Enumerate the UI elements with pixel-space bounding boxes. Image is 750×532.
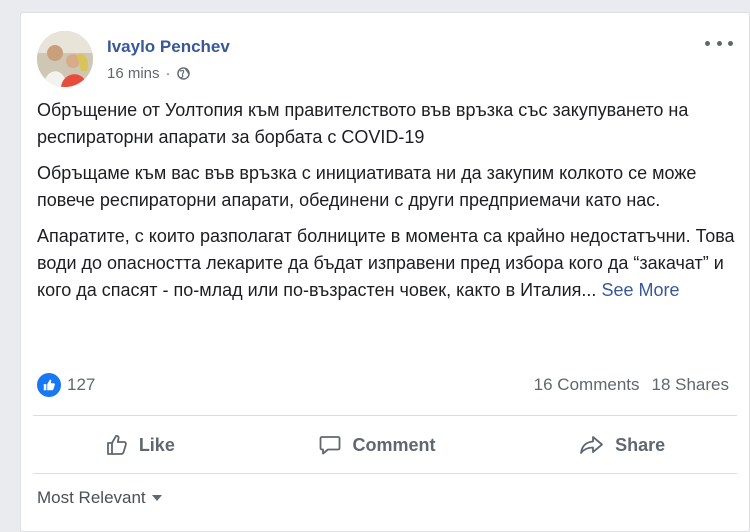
- meta-separator: ·: [165, 65, 171, 82]
- comment-bubble-icon: [318, 433, 342, 457]
- share-label: Share: [615, 434, 666, 455]
- reaction-summary[interactable]: 127: [37, 373, 95, 397]
- shares-count-link[interactable]: 18 Shares: [652, 375, 730, 395]
- comment-button[interactable]: Comment: [298, 427, 455, 463]
- see-more-link[interactable]: See More: [601, 280, 679, 300]
- thumbs-up-icon: [105, 433, 129, 457]
- author-name[interactable]: Ivaylo Penchev: [107, 37, 230, 57]
- post-timestamp[interactable]: 16 mins: [107, 65, 160, 82]
- share-button[interactable]: Share: [559, 427, 685, 463]
- author-avatar[interactable]: [37, 31, 93, 87]
- divider: [33, 415, 737, 416]
- like-reaction-icon: [37, 373, 61, 397]
- post-paragraph: Апаратите, с които разполагат болниците …: [37, 223, 737, 304]
- post-card: Ivaylo Penchev 16 mins · Обръщение от Уо…: [20, 12, 750, 532]
- comments-count-link[interactable]: 16 Comments: [534, 375, 640, 395]
- comment-label: Comment: [352, 434, 436, 455]
- post-paragraph: Обръщаме към вас във връзка с инициатива…: [37, 163, 697, 210]
- caret-down-icon: [151, 495, 162, 501]
- like-label: Like: [138, 434, 175, 455]
- share-arrow-icon: [579, 433, 605, 457]
- more-options-icon[interactable]: [705, 35, 733, 51]
- avatar-photo: [37, 31, 93, 87]
- post-meta: 16 mins ·: [107, 65, 190, 82]
- post-body: Обръщение от Уолтопия към правителството…: [37, 97, 737, 313]
- globe-icon[interactable]: [176, 67, 190, 80]
- engagement-counts: 16 Comments 18 Shares: [534, 375, 729, 395]
- post-actions-bar: Like Comment Share: [33, 423, 737, 467]
- post-paragraph: Обръщение от Уолтопия към правителството…: [37, 100, 689, 147]
- comments-sort-dropdown[interactable]: Most Relevant: [37, 488, 162, 508]
- reaction-count: 127: [67, 375, 96, 394]
- like-button[interactable]: Like: [85, 427, 195, 463]
- sort-label: Most Relevant: [37, 488, 146, 507]
- divider: [33, 473, 737, 474]
